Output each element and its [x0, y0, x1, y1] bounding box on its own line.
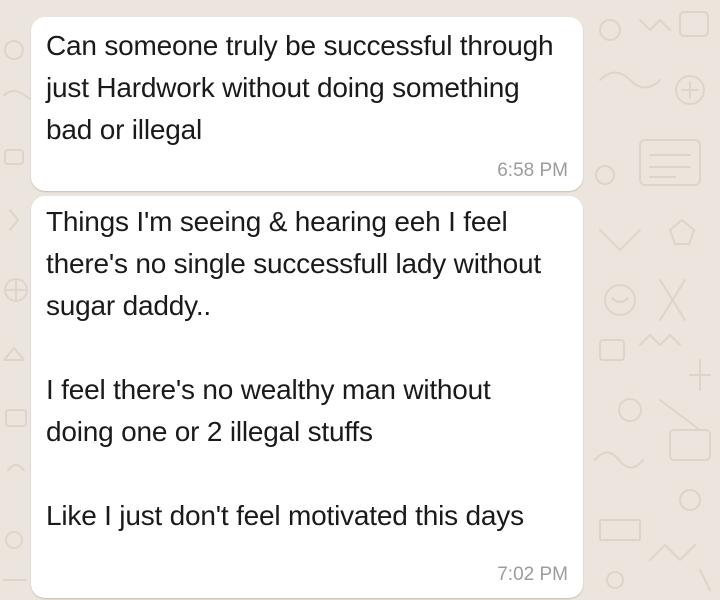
message-text: Can someone truly be successful through …: [46, 30, 561, 145]
message-text: Things I'm seeing & hearing eeh I feel t…: [46, 206, 541, 531]
message-bubble[interactable]: Things I'm seeing & hearing eeh I feel t…: [31, 196, 583, 598]
message-timestamp: 7:02 PM: [497, 564, 568, 585]
chat-conversation: Can someone truly be successful through …: [0, 0, 720, 600]
message-timestamp: 6:58 PM: [497, 160, 568, 181]
message-bubble[interactable]: Can someone truly be successful through …: [31, 17, 583, 191]
